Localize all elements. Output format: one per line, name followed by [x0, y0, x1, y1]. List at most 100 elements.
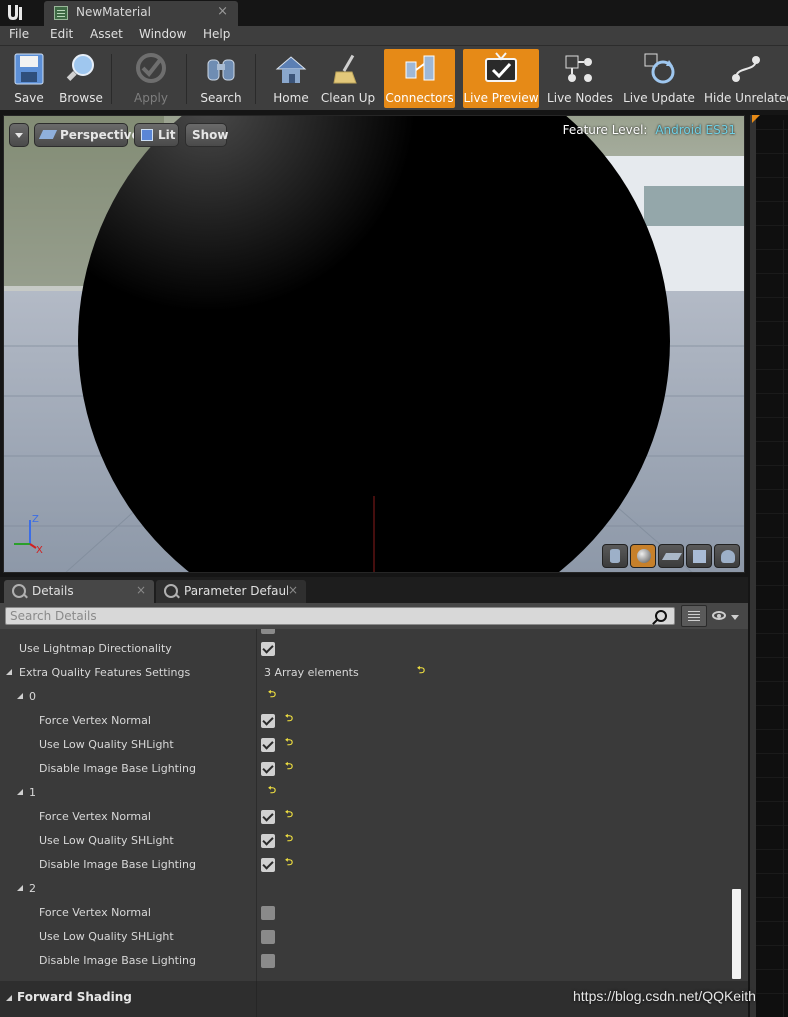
array-element-1-header[interactable]: 1 ⮌ [0, 781, 730, 805]
reset-to-default-icon[interactable]: ⮌ [285, 858, 294, 868]
close-tab-icon[interactable]: × [217, 4, 228, 19]
close-tab-icon[interactable]: × [288, 583, 298, 597]
property-row-extra-quality[interactable]: Extra Quality Features Settings 3 Array … [0, 661, 730, 685]
tab-parameter-defaults-label: Parameter Defaults [184, 584, 288, 598]
chevron-down-icon[interactable] [731, 615, 739, 620]
disable-ibl-checkbox[interactable] [261, 858, 275, 872]
property-label: Force Vertex Normal [39, 906, 151, 919]
material-asset-icon [54, 6, 68, 20]
property-row-use-low-quality-shlight: Use Low Quality SHLight [0, 925, 730, 949]
viewport-options-dropdown[interactable] [9, 123, 29, 147]
expand-arrow-icon[interactable] [6, 995, 12, 1001]
reset-to-default-icon[interactable]: ⮌ [285, 738, 294, 748]
home-button[interactable]: Home [266, 49, 316, 108]
use-lightmap-directionality-checkbox[interactable] [261, 642, 275, 656]
perspective-button[interactable]: Perspective [34, 123, 140, 147]
live-nodes-label: Live Nodes [547, 91, 613, 105]
lit-button[interactable]: Lit [134, 123, 179, 147]
search-button[interactable]: Search [196, 49, 246, 108]
axis-x-label: X [36, 545, 43, 554]
reset-to-default-icon[interactable]: ⮌ [285, 834, 294, 844]
property-label: Force Vertex Normal [39, 810, 151, 823]
use-low-quality-shlight-checkbox[interactable] [261, 834, 275, 848]
reset-to-default-icon[interactable]: ⮌ [285, 714, 294, 724]
array-element-2-header[interactable]: 2 [0, 877, 730, 901]
custom-mesh-preview-button[interactable] [714, 544, 740, 568]
force-vertex-normal-checkbox[interactable] [261, 810, 275, 824]
plane-icon [661, 553, 683, 560]
property-label: Use Low Quality SHLight [39, 738, 174, 751]
expand-arrow-icon[interactable] [17, 885, 23, 891]
connectors-toggle[interactable]: Connectors [384, 49, 455, 108]
connectors-icon [405, 55, 434, 81]
menu-help[interactable]: Help [203, 27, 230, 41]
expand-arrow-icon[interactable] [6, 669, 12, 675]
eye-icon[interactable] [712, 611, 726, 620]
browse-button[interactable]: Browse [56, 49, 106, 108]
sphere-preview-button[interactable] [630, 544, 656, 568]
perspective-label: Perspective [60, 128, 140, 142]
search-details-input[interactable] [5, 607, 675, 625]
property-row-use-low-quality-shlight: Use Low Quality SHLight ⮌ [0, 733, 730, 757]
use-low-quality-shlight-checkbox[interactable] [261, 930, 275, 944]
toolbar-separator [111, 54, 112, 104]
property-list: Use Lightmap Directionality Extra Qualit… [0, 629, 748, 1017]
search-params-icon [164, 584, 178, 598]
preview-viewport[interactable]: Perspective Lit Show Feature Level: Andr… [3, 115, 745, 573]
live-nodes-toggle[interactable]: Live Nodes [546, 49, 614, 108]
menu-edit[interactable]: Edit [50, 27, 73, 41]
search-label: Search [200, 91, 242, 105]
disable-ibl-checkbox[interactable] [261, 762, 275, 776]
apply-button[interactable]: Apply [124, 49, 178, 108]
live-preview-toggle[interactable]: Live Preview [463, 49, 539, 108]
plane-preview-button[interactable] [658, 544, 684, 568]
save-icon [14, 53, 44, 85]
tab-details[interactable]: Details × [4, 580, 154, 603]
cleanup-button[interactable]: Clean Up [320, 49, 376, 108]
reset-to-default-icon[interactable]: ⮌ [285, 810, 294, 820]
array-element-0-header[interactable]: 0 ⮌ [0, 685, 730, 709]
reset-to-default-icon[interactable]: ⮌ [417, 666, 426, 676]
search-details-icon [12, 584, 26, 598]
perspective-plane-icon [38, 130, 58, 139]
use-low-quality-shlight-checkbox[interactable] [261, 738, 275, 752]
chevron-down-icon [15, 133, 23, 138]
search-icon [655, 610, 667, 622]
reset-to-default-icon[interactable]: ⮌ [268, 690, 277, 700]
document-tab[interactable]: NewMaterial × [44, 1, 238, 26]
toolbar-separator [255, 54, 256, 104]
hide-unrelated-button[interactable]: Hide Unrelated [704, 49, 788, 108]
property-matrix-button[interactable] [681, 605, 707, 627]
array-index-label: 1 [29, 786, 36, 799]
category-label: Forward Shading [17, 990, 132, 1004]
property-label: Disable Image Base Lighting [39, 858, 196, 871]
material-graph-grid[interactable] [756, 120, 788, 1017]
expand-arrow-icon[interactable] [17, 693, 23, 699]
expand-arrow-icon[interactable] [17, 789, 23, 795]
sphere-icon [637, 549, 651, 563]
tab-parameter-defaults[interactable]: Parameter Defaults × [156, 580, 306, 603]
close-tab-icon[interactable]: × [136, 583, 146, 597]
menu-file[interactable]: File [9, 27, 29, 41]
reset-to-default-icon[interactable]: ⮌ [285, 762, 294, 772]
hide-unrelated-icon [732, 56, 760, 82]
details-tab-strip: Details × Parameter Defaults × [0, 577, 748, 603]
live-update-toggle[interactable]: Live Update [622, 49, 696, 108]
show-button[interactable]: Show [185, 123, 229, 147]
force-vertex-normal-checkbox[interactable] [261, 906, 275, 920]
property-row-force-vertex-normal: Force Vertex Normal ⮌ [0, 709, 730, 733]
save-button[interactable]: Save [4, 49, 54, 108]
cleanup-label: Clean Up [320, 91, 376, 105]
menu-window[interactable]: Window [139, 27, 186, 41]
cylinder-preview-button[interactable] [602, 544, 628, 568]
disable-ibl-checkbox[interactable] [261, 954, 275, 968]
force-vertex-normal-checkbox[interactable] [261, 714, 275, 728]
clipped-checkbox[interactable] [261, 629, 275, 634]
reset-to-default-icon[interactable]: ⮌ [268, 786, 277, 796]
menu-asset[interactable]: Asset [90, 27, 123, 41]
column-divider [256, 981, 257, 1017]
cube-preview-button[interactable] [686, 544, 712, 568]
details-scrollbar[interactable] [732, 889, 741, 979]
toolbar: Save Browse Apply Search Home Clean Up C… [0, 45, 788, 110]
property-row-disable-ibl: Disable Image Base Lighting ⮌ [0, 757, 730, 781]
